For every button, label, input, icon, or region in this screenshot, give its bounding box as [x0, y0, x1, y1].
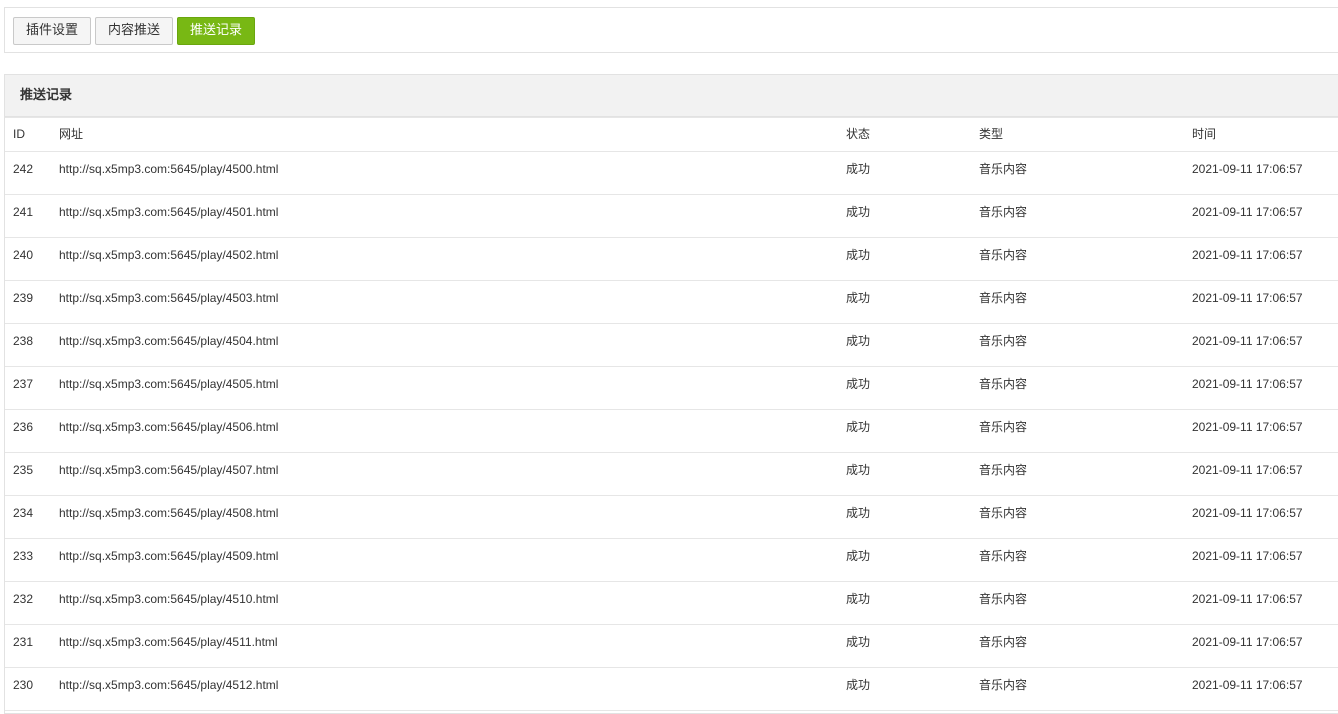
- cell-url: http://sq.x5mp3.com:5645/play/4511.html: [59, 635, 278, 649]
- table-row: 230 http://sq.x5mp3.com:5645/play/4512.ht…: [5, 668, 1338, 711]
- table-row: 234 http://sq.x5mp3.com:5645/play/4508.ht…: [5, 496, 1338, 539]
- cell-url: http://sq.x5mp3.com:5645/play/4509.html: [59, 549, 279, 563]
- cell-type: 音乐内容: [979, 291, 1028, 305]
- cell-type: 音乐内容: [979, 549, 1028, 563]
- cell-type: 音乐内容: [979, 592, 1028, 606]
- cell-url: http://sq.x5mp3.com:5645/play/4508.html: [59, 506, 279, 520]
- table-row: 240 http://sq.x5mp3.com:5645/play/4502.ht…: [5, 238, 1338, 281]
- cell-type: 音乐内容: [979, 678, 1028, 692]
- cell-time: 2021-09-11 17:06:57: [1192, 377, 1303, 391]
- cell-url: http://sq.x5mp3.com:5645/play/4512.html: [59, 678, 279, 692]
- cell-status: 成功: [846, 549, 871, 563]
- panel-title: 推送记录: [5, 75, 1338, 117]
- column-header-status: 状态: [846, 127, 871, 141]
- cell-id: 236: [13, 420, 34, 434]
- cell-url: http://sq.x5mp3.com:5645/play/4502.html: [59, 248, 279, 262]
- cell-id: 233: [13, 549, 34, 563]
- cell-id: 235: [13, 463, 34, 477]
- plugin-toolbar: 插件设置 内容推送 推送记录: [4, 7, 1338, 53]
- cell-time: 2021-09-11 17:06:57: [1192, 334, 1303, 348]
- cell-id: 232: [13, 592, 34, 606]
- table-row: 237 http://sq.x5mp3.com:5645/play/4505.ht…: [5, 367, 1338, 410]
- cell-status: 成功: [846, 377, 871, 391]
- cell-type: 音乐内容: [979, 334, 1028, 348]
- table-row: 241 http://sq.x5mp3.com:5645/play/4501.ht…: [5, 195, 1338, 238]
- cell-type: 音乐内容: [979, 248, 1028, 262]
- cell-type: 音乐内容: [979, 506, 1028, 520]
- cell-url: http://sq.x5mp3.com:5645/play/4507.html: [59, 463, 279, 477]
- cell-status: 成功: [846, 506, 871, 520]
- tab-plugin-settings[interactable]: 插件设置: [13, 17, 91, 45]
- cell-id: 234: [13, 506, 34, 520]
- cell-type: 音乐内容: [979, 205, 1028, 219]
- table-row: 232 http://sq.x5mp3.com:5645/play/4510.ht…: [5, 582, 1338, 625]
- table-row: 238 http://sq.x5mp3.com:5645/play/4504.ht…: [5, 324, 1338, 367]
- cell-type: 音乐内容: [979, 420, 1028, 434]
- cell-url: http://sq.x5mp3.com:5645/play/4506.html: [59, 420, 279, 434]
- cell-status: 成功: [846, 420, 871, 434]
- cell-time: 2021-09-11 17:06:57: [1192, 248, 1303, 262]
- cell-url: http://sq.x5mp3.com:5645/play/4503.html: [59, 291, 279, 305]
- cell-status: 成功: [846, 635, 871, 649]
- cell-id: 242: [13, 162, 34, 176]
- column-header-time: 时间: [1192, 127, 1217, 141]
- cell-time: 2021-09-11 17:06:57: [1192, 162, 1303, 176]
- tab-content-push[interactable]: 内容推送: [95, 17, 173, 45]
- cell-id: 239: [13, 291, 34, 305]
- cell-status: 成功: [846, 463, 871, 477]
- cell-url: http://sq.x5mp3.com:5645/play/4501.html: [59, 205, 279, 219]
- cell-status: 成功: [846, 162, 871, 176]
- table-row: 233 http://sq.x5mp3.com:5645/play/4509.ht…: [5, 539, 1338, 582]
- table-row: 242 http://sq.x5mp3.com:5645/play/4500.ht…: [5, 152, 1338, 195]
- push-records-panel: 推送记录 ID 网址 状态 类型 时间 242 http://sq.x5mp3.c…: [4, 74, 1338, 714]
- column-header-url: 网址: [59, 127, 84, 141]
- cell-id: 240: [13, 248, 34, 262]
- table-header: ID 网址 状态 类型 时间: [5, 117, 1338, 152]
- column-header-id: ID: [13, 127, 25, 141]
- cell-id: 237: [13, 377, 34, 391]
- cell-time: 2021-09-11 17:06:57: [1192, 549, 1303, 563]
- cell-time: 2021-09-11 17:06:57: [1192, 635, 1303, 649]
- cell-status: 成功: [846, 334, 871, 348]
- cell-id: 231: [13, 635, 34, 649]
- cell-time: 2021-09-11 17:06:57: [1192, 506, 1303, 520]
- cell-url: http://sq.x5mp3.com:5645/play/4504.html: [59, 334, 279, 348]
- cell-id: 230: [13, 678, 34, 692]
- column-header-type: 类型: [979, 127, 1004, 141]
- table-row: 235 http://sq.x5mp3.com:5645/play/4507.ht…: [5, 453, 1338, 496]
- cell-time: 2021-09-11 17:06:57: [1192, 420, 1303, 434]
- tab-push-records[interactable]: 推送记录: [177, 17, 255, 45]
- cell-status: 成功: [846, 248, 871, 262]
- cell-url: http://sq.x5mp3.com:5645/play/4500.html: [59, 162, 279, 176]
- cell-id: 238: [13, 334, 34, 348]
- table-row: 236 http://sq.x5mp3.com:5645/play/4506.ht…: [5, 410, 1338, 453]
- cell-type: 音乐内容: [979, 377, 1028, 391]
- cell-status: 成功: [846, 205, 871, 219]
- cell-time: 2021-09-11 17:06:57: [1192, 678, 1303, 692]
- cell-time: 2021-09-11 17:06:57: [1192, 205, 1303, 219]
- cell-time: 2021-09-11 17:06:57: [1192, 291, 1303, 305]
- cell-id: 241: [13, 205, 34, 219]
- cell-status: 成功: [846, 678, 871, 692]
- cell-type: 音乐内容: [979, 162, 1028, 176]
- table-row: 231 http://sq.x5mp3.com:5645/play/4511.ht…: [5, 625, 1338, 668]
- cell-type: 音乐内容: [979, 635, 1028, 649]
- table-body: 242 http://sq.x5mp3.com:5645/play/4500.ht…: [5, 152, 1338, 711]
- cell-status: 成功: [846, 592, 871, 606]
- cell-url: http://sq.x5mp3.com:5645/play/4505.html: [59, 377, 279, 391]
- table-row: 239 http://sq.x5mp3.com:5645/play/4503.ht…: [5, 281, 1338, 324]
- cell-url: http://sq.x5mp3.com:5645/play/4510.html: [59, 592, 279, 606]
- cell-type: 音乐内容: [979, 463, 1028, 477]
- cell-status: 成功: [846, 291, 871, 305]
- cell-time: 2021-09-11 17:06:57: [1192, 592, 1303, 606]
- cell-time: 2021-09-11 17:06:57: [1192, 463, 1303, 477]
